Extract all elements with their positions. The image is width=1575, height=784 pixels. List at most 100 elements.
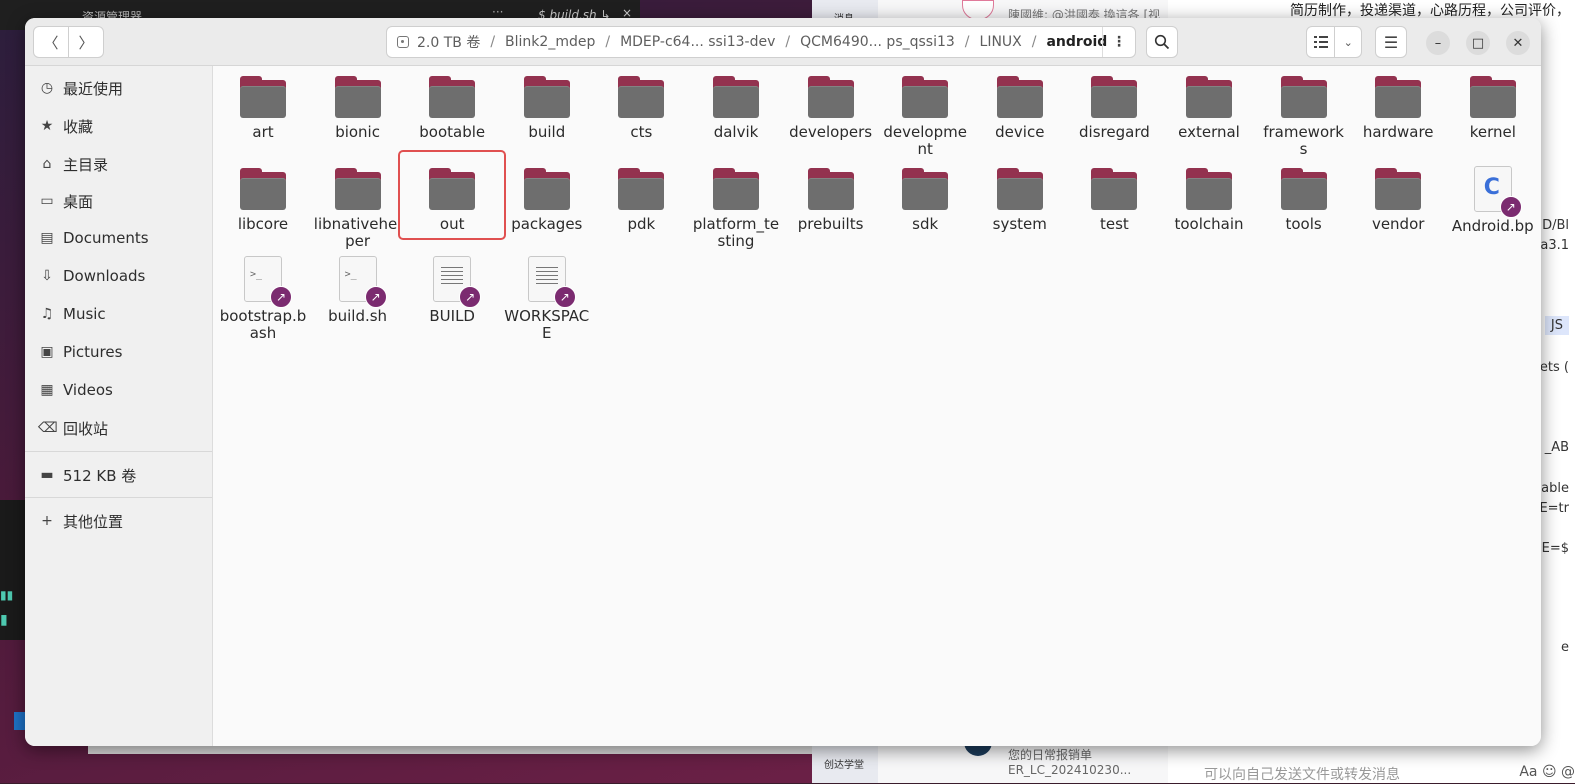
- list-view-button[interactable]: [1306, 26, 1336, 58]
- maximize-button[interactable]: □: [1466, 31, 1490, 55]
- file-item[interactable]: C ↗ Android.bp: [1449, 160, 1537, 235]
- file-label: build.sh: [328, 307, 388, 325]
- chat-list-item-text[interactable]: 您的日常报销单ER_LC_202410230...: [1008, 746, 1168, 777]
- folder-item[interactable]: disregard: [1070, 68, 1158, 141]
- folder-item[interactable]: libcore: [219, 160, 307, 233]
- file-item[interactable]: >_ ↗ bootstrap.bash: [219, 250, 307, 342]
- folder-icon: [1375, 76, 1422, 118]
- folder-icon: [713, 168, 759, 210]
- statusbar-peek: [14, 712, 25, 730]
- file-label: kernel: [1469, 123, 1516, 141]
- folder-item[interactable]: tools: [1260, 160, 1348, 233]
- file-label: developers: [789, 123, 873, 141]
- file-grid: art bionic bootable build cts dalvik developer…: [213, 66, 1541, 746]
- sidebar-item-videos[interactable]: ▦ Videos: [25, 372, 212, 408]
- folder-item[interactable]: pdk: [597, 160, 685, 233]
- folder-item[interactable]: platform_testing: [692, 160, 780, 250]
- breadcrumb-current[interactable]: android: [1046, 34, 1107, 50]
- breadcrumb[interactable]: Blink2_mdep: [505, 34, 595, 50]
- close-button[interactable]: ✕: [1506, 31, 1530, 55]
- chat-academy-label[interactable]: 创达学堂: [824, 756, 864, 771]
- path-menu-button[interactable]: ⋮: [1102, 27, 1135, 57]
- sidebar-item-label: 收藏: [63, 117, 94, 136]
- folder-item[interactable]: vendor: [1354, 160, 1442, 233]
- tab-more[interactable]: ···: [492, 5, 503, 19]
- breadcrumb[interactable]: LINUX: [980, 34, 1022, 50]
- forward-button[interactable]: 〉: [68, 26, 104, 58]
- hamburger-icon: ☰: [1383, 32, 1399, 52]
- file-label: libcore: [237, 215, 289, 233]
- sidebar-item-music[interactable]: ♫ Music: [25, 296, 212, 332]
- folder-icon: [1280, 76, 1327, 118]
- file-label: vendor: [1371, 215, 1425, 233]
- sidebar-item-volume[interactable]: ▬ 512 KB 卷: [25, 457, 212, 493]
- list-icon: [1313, 36, 1328, 48]
- folder-item[interactable]: prebuilts: [787, 160, 875, 233]
- sidebar-item-label: Documents: [63, 229, 149, 247]
- minimize-button[interactable]: –: [1426, 31, 1450, 55]
- folder-item[interactable]: hardware: [1354, 68, 1442, 141]
- folder-icon: [1186, 76, 1232, 118]
- folder-item[interactable]: frameworks: [1260, 68, 1348, 158]
- folder-item[interactable]: build: [503, 68, 591, 141]
- main-menu-button[interactable]: ☰: [1375, 26, 1407, 58]
- sidebar-item-trash[interactable]: ⌫ 回收站: [25, 410, 212, 446]
- sidebar-item-pictures[interactable]: ▣ Pictures: [25, 334, 212, 370]
- file-label: build: [528, 123, 566, 141]
- breadcrumb[interactable]: QCM6490... ps_qssi13: [800, 34, 955, 50]
- folder-icon: [618, 76, 665, 118]
- text-file-icon: ↗: [433, 256, 482, 308]
- folder-item[interactable]: test: [1070, 160, 1158, 233]
- folder-item[interactable]: cts: [597, 68, 685, 141]
- sidebar-item-label: 回收站: [63, 419, 109, 438]
- breadcrumb[interactable]: MDEP-c64... ssi13-dev: [620, 34, 775, 50]
- peek-line: JS: [1544, 316, 1569, 335]
- view-options-button[interactable]: ⌄: [1334, 26, 1362, 58]
- sidebar-item-desktop[interactable]: ▭ 桌面: [25, 183, 212, 219]
- file-item[interactable]: >_ ↗ build.sh: [314, 250, 402, 325]
- file-label: BUILD: [429, 307, 475, 325]
- folder-item[interactable]: external: [1165, 68, 1253, 141]
- folder-item[interactable]: kernel: [1449, 68, 1537, 141]
- folder-item[interactable]: device: [976, 68, 1064, 141]
- file-label: Android.bp: [1451, 217, 1534, 235]
- chat-input[interactable]: 可以向自己发送文件或转发消息: [1204, 764, 1400, 784]
- sidebar-item-downloads[interactable]: ⇩ Downloads: [25, 258, 212, 294]
- folder-item[interactable]: bootable: [408, 68, 496, 141]
- folder-item[interactable]: bionic: [314, 68, 402, 141]
- folder-icon: [807, 76, 854, 118]
- folder-item[interactable]: packages: [503, 160, 591, 233]
- search-icon: [1154, 34, 1170, 50]
- sidebar-item-home[interactable]: ⌂ 主目录: [25, 146, 212, 182]
- selection-highlight: [398, 150, 507, 240]
- file-label: bootstrap.bash: [219, 307, 307, 342]
- chat-input-tools[interactable]: Aa ☺ @: [1519, 764, 1575, 780]
- folder-item[interactable]: sdk: [881, 160, 969, 233]
- file-item[interactable]: ↗ WORKSPACE: [503, 250, 591, 342]
- sidebar-item-starred[interactable]: ★ 收藏: [25, 108, 212, 144]
- path-bar[interactable]: 2.0 TB 卷 / Blink2_mdep / MDEP-c64... ssi…: [386, 26, 1136, 58]
- text-file-icon: ↗: [527, 256, 576, 308]
- folder-item[interactable]: art: [219, 68, 307, 141]
- sidebar-item-other-locations[interactable]: + 其他位置: [25, 503, 212, 539]
- folder-item[interactable]: libnativehelper: [314, 160, 402, 250]
- folder-item[interactable]: development: [881, 68, 969, 158]
- folder-item[interactable]: developers: [787, 68, 875, 141]
- sidebar-item-recent[interactable]: ◷ 最近使用: [25, 70, 212, 106]
- folder-icon: [1375, 168, 1422, 210]
- sidebar-item-documents[interactable]: ▤ Documents: [25, 220, 212, 256]
- folder-icon: [1469, 76, 1516, 118]
- breadcrumb-volume[interactable]: 2.0 TB 卷: [417, 32, 480, 52]
- desktop-icon: ▭: [40, 193, 54, 209]
- folder-icon: [902, 168, 949, 210]
- folder-item[interactable]: dalvik: [692, 68, 780, 141]
- folder-icon: [996, 76, 1043, 118]
- file-label: pdk: [627, 215, 656, 233]
- back-button[interactable]: 〈: [33, 26, 69, 58]
- folder-icon: [334, 168, 381, 210]
- terminal-peek: ▮▮ ▮: [0, 500, 25, 640]
- search-button[interactable]: [1146, 26, 1178, 58]
- folder-item[interactable]: system: [976, 160, 1064, 233]
- file-item[interactable]: ↗ BUILD: [408, 250, 496, 325]
- folder-item[interactable]: toolchain: [1165, 160, 1253, 233]
